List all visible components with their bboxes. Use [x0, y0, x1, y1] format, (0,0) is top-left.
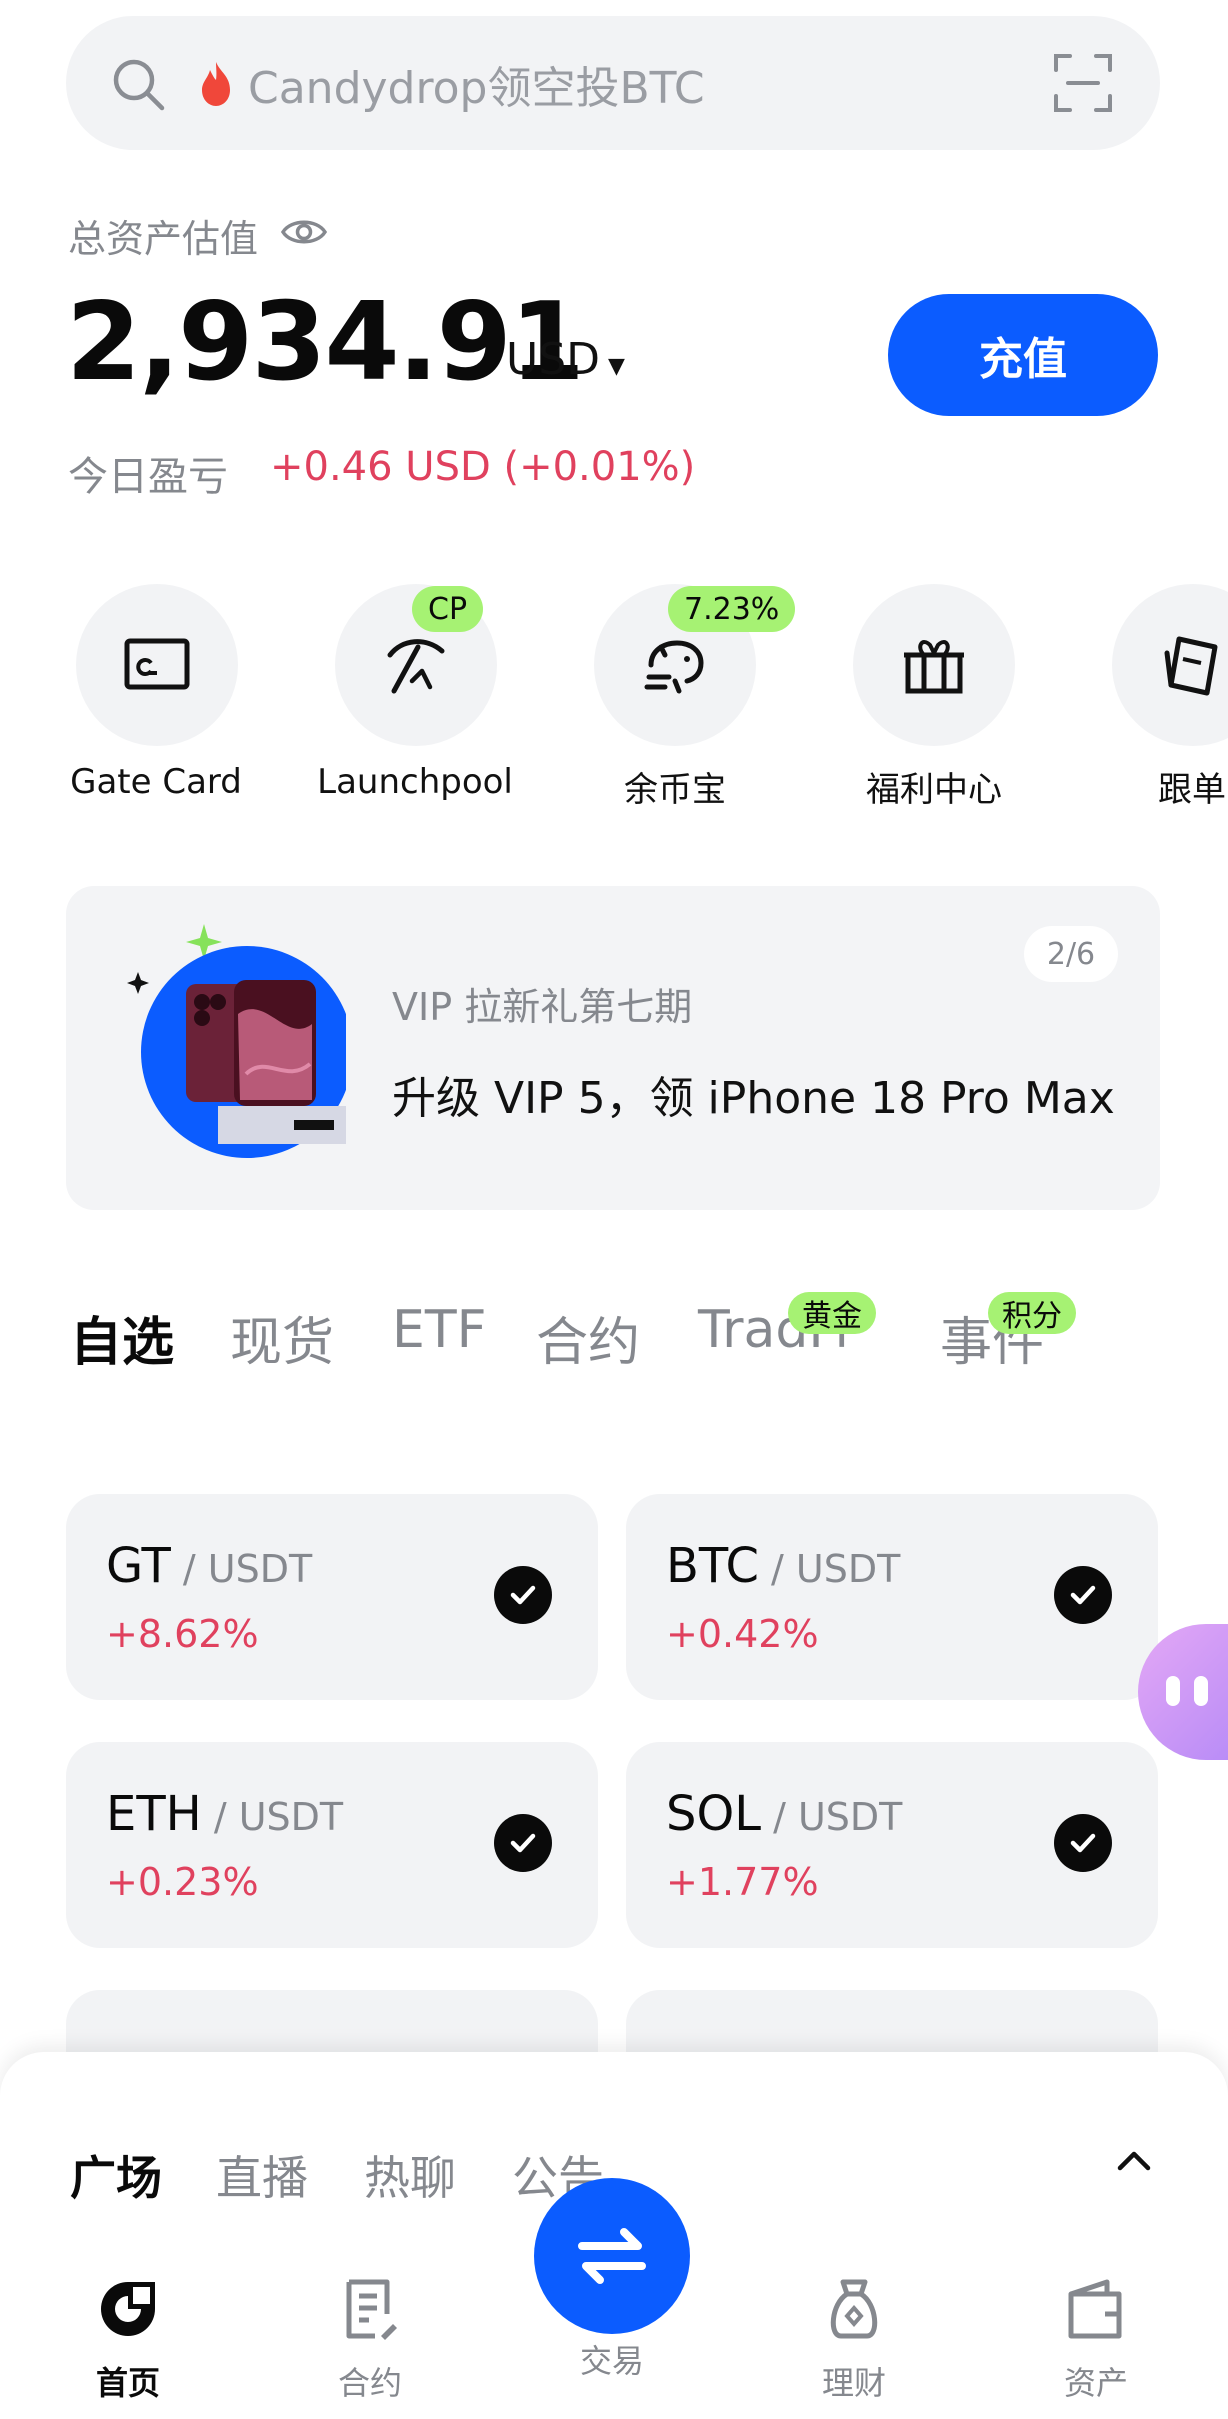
tab-spot[interactable]: 现货 — [230, 1300, 334, 1375]
nav-label: 理财 — [821, 2364, 886, 2402]
trading-pair: GT / USDT — [106, 1538, 312, 1594]
nav-label: 合约 — [337, 2364, 402, 2402]
caret-down-icon[interactable]: ▼ — [608, 354, 625, 379]
total-assets-label: 总资产估值 — [68, 217, 259, 261]
banner-subtitle: VIP 拉新礼第七期 — [392, 985, 693, 1029]
deposit-button[interactable]: 充值 — [888, 294, 1158, 416]
tradfi-badge: 黄金 — [788, 1292, 876, 1334]
sheet-tab-chat[interactable]: 热聊 — [364, 2142, 456, 2208]
daily-pnl-label: 今日盈亏 — [68, 454, 228, 500]
search-icon — [113, 59, 165, 111]
search-input[interactable]: Candydrop领空投BTC — [248, 52, 705, 116]
daily-pnl-value: +0.46 USD (+0.01%) — [270, 444, 696, 490]
eye-icon[interactable] — [280, 212, 328, 252]
base-asset: GT — [106, 1538, 171, 1594]
quote-asset: / USDT — [761, 1795, 903, 1839]
tab-etf[interactable]: ETF — [392, 1300, 487, 1360]
quick-action-copy-trade[interactable] — [1112, 584, 1228, 746]
trading-pair: ETH / USDT — [106, 1786, 343, 1842]
quick-action-label: 跟单 — [1158, 770, 1226, 810]
checkmark-icon[interactable] — [494, 1814, 552, 1872]
banner-headline: 升级 VIP 5，领 iPhone 18 Pro Max — [392, 1073, 1115, 1124]
quick-action-label: 余币宝 — [624, 770, 726, 810]
gift-icon — [904, 640, 964, 694]
checkmark-icon[interactable] — [1054, 1814, 1112, 1872]
quote-asset: / USDT — [758, 1547, 901, 1591]
quick-action-label: Launchpool — [317, 762, 513, 802]
watchlist-card[interactable]: ETH / USDT +0.23% — [66, 1742, 598, 1948]
price-change: +0.42% — [666, 1612, 819, 1656]
tab-futures[interactable]: 合约 — [536, 1300, 640, 1375]
trading-pair: BTC / USDT — [666, 1538, 900, 1594]
base-asset: BTC — [666, 1538, 759, 1594]
search-bar[interactable]: Candydrop领空投BTC — [66, 16, 1160, 150]
copy-trade-icon — [1164, 636, 1218, 696]
quick-action-gate-card[interactable] — [76, 584, 238, 746]
launchpool-badge: CP — [412, 586, 484, 632]
card-icon — [124, 638, 190, 690]
piggy-bank-icon — [644, 640, 704, 694]
pickaxe-icon — [387, 639, 445, 694]
nav-wealth[interactable]: 理财 — [774, 2274, 934, 2404]
nav-home[interactable]: 首页 — [48, 2274, 208, 2404]
sheet-tab-square[interactable]: 广场 — [70, 2142, 162, 2208]
watchlist-card[interactable]: SOL / USDT +1.77% — [626, 1742, 1158, 1948]
watchlist-card[interactable]: BTC / USDT +0.42% — [626, 1494, 1158, 1700]
home-icon — [101, 2282, 155, 2336]
trading-pair: SOL / USDT — [666, 1786, 902, 1842]
watchlist-card[interactable]: GT / USDT +8.62% — [66, 1494, 598, 1700]
quick-action-rewards[interactable] — [853, 584, 1015, 746]
nav-assets[interactable]: 资产 — [1016, 2274, 1176, 2404]
contract-icon — [346, 2279, 397, 2340]
checkmark-icon[interactable] — [1054, 1566, 1112, 1624]
price-change: +8.62% — [106, 1612, 259, 1656]
nav-trade[interactable] — [534, 2178, 690, 2334]
quick-action-label: Gate Card — [70, 762, 242, 802]
base-asset: ETH — [106, 1786, 202, 1842]
price-change: +1.77% — [666, 1860, 819, 1904]
scan-icon[interactable] — [1052, 52, 1114, 114]
tab-favorites[interactable]: 自选 — [70, 1300, 174, 1375]
nav-label: 交易 — [579, 2342, 644, 2380]
quote-asset: / USDT — [170, 1547, 313, 1591]
price-change: +0.23% — [106, 1860, 259, 1904]
quick-action-label: 福利中心 — [866, 770, 1002, 810]
sheet-tab-live[interactable]: 直播 — [216, 2142, 308, 2208]
iphone-promo-image — [127, 924, 346, 1158]
nav-label: 资产 — [1063, 2364, 1128, 2402]
events-badge: 积分 — [988, 1292, 1076, 1334]
nav-label: 首页 — [95, 2364, 160, 2402]
promo-banner[interactable]: 2/6 VIP 拉新礼第七期 升级 VIP 5，领 iPhone 18 Pro … — [66, 886, 1160, 1210]
checkmark-icon[interactable] — [494, 1566, 552, 1624]
quote-asset: / USDT — [201, 1795, 344, 1839]
fire-icon — [202, 62, 230, 106]
nav-contract[interactable]: 合约 — [290, 2274, 450, 2404]
currency-selector[interactable]: USD — [506, 334, 600, 385]
base-asset: SOL — [666, 1786, 761, 1842]
chevron-up-icon[interactable] — [1112, 2138, 1156, 2182]
banner-pager: 2/6 — [1024, 926, 1118, 982]
swap-icon — [578, 2228, 646, 2284]
yubibao-rate-badge: 7.23% — [668, 586, 796, 632]
wealth-icon — [830, 2279, 878, 2339]
wallet-icon — [1068, 2279, 1122, 2339]
